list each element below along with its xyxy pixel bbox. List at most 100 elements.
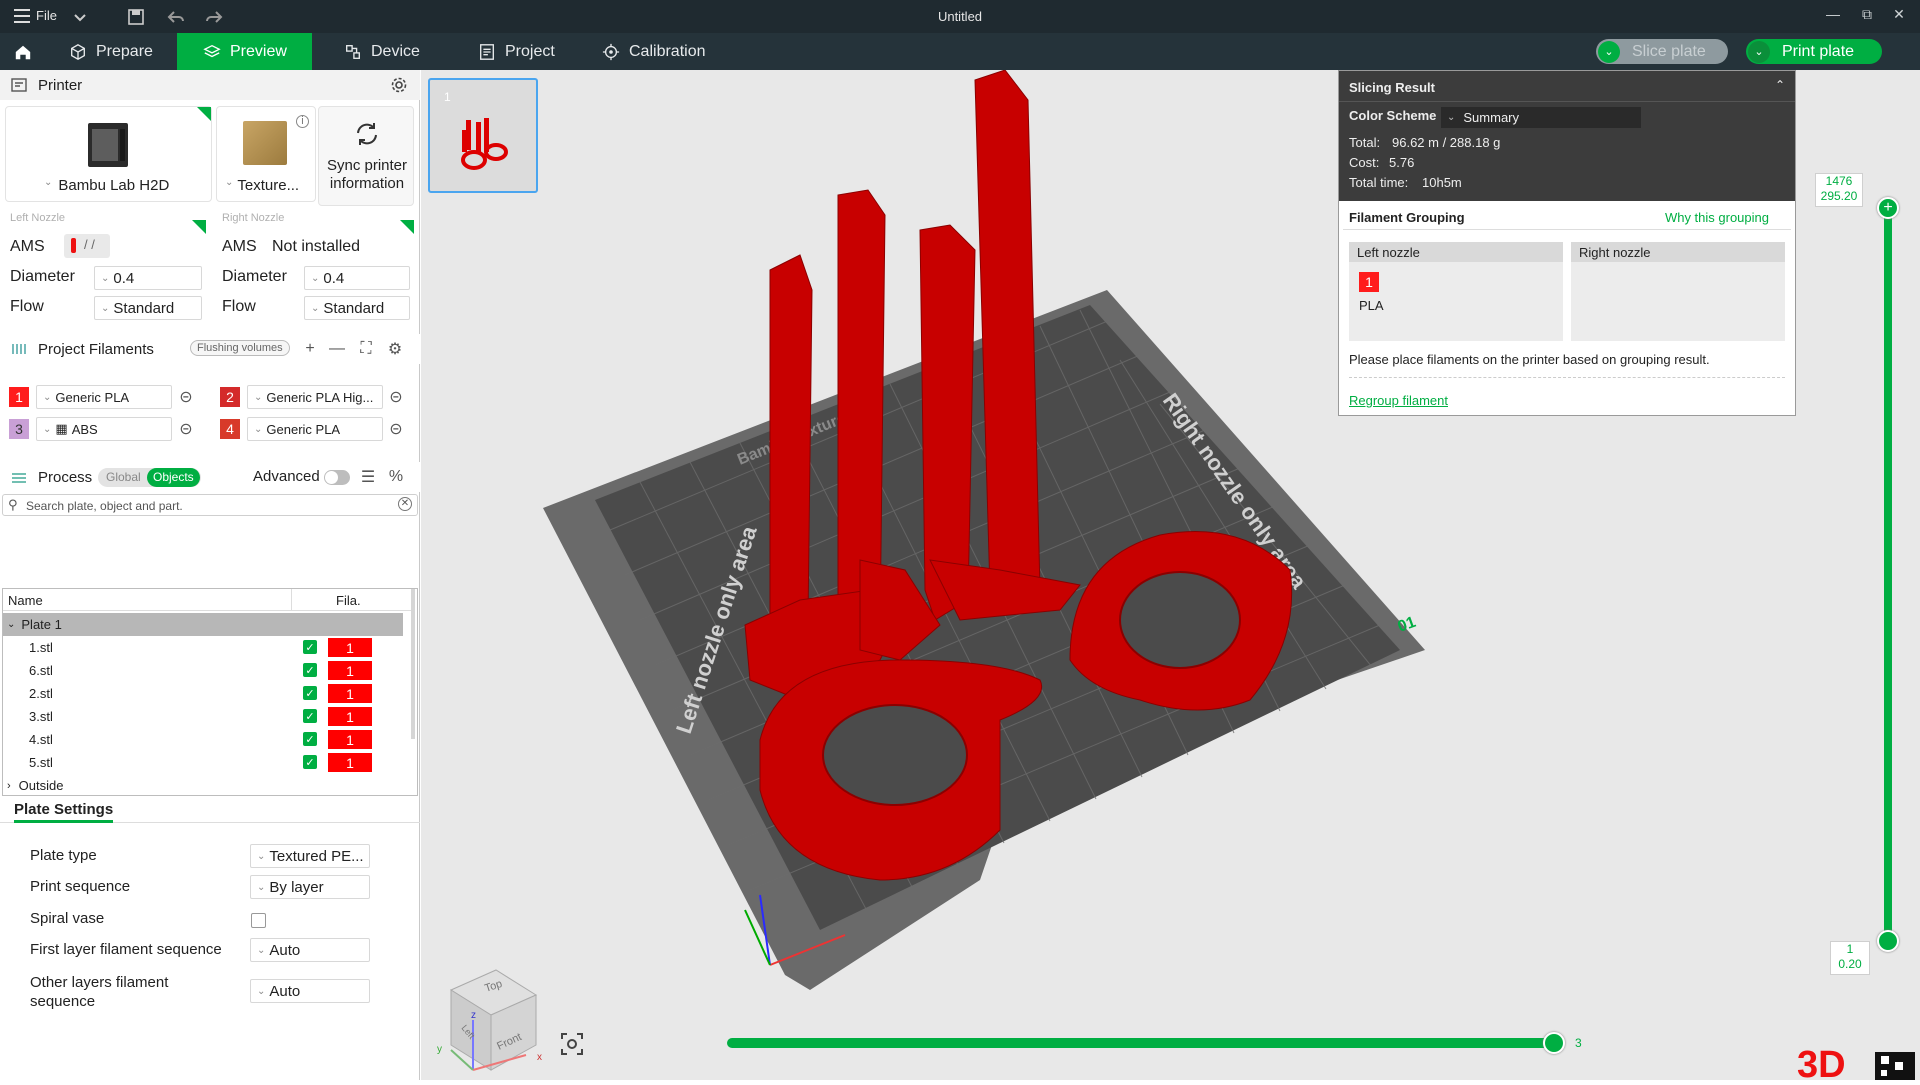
list-icon[interactable]: ☰ — [358, 467, 378, 487]
object-visible-checkbox[interactable]: ✓ — [303, 709, 317, 723]
table-row[interactable]: 1.stl ✓ 1 — [3, 636, 403, 659]
filament-3-select[interactable]: ⌄ ▦ ABS — [36, 417, 172, 441]
sync-printer-button[interactable]: Sync printer information — [318, 106, 414, 206]
chevron-down-icon[interactable] — [70, 7, 90, 27]
advanced-toggle[interactable] — [324, 470, 350, 485]
object-visible-checkbox[interactable]: ✓ — [303, 686, 317, 700]
top-layer-handle[interactable]: + — [1877, 197, 1899, 219]
redo-icon[interactable] — [204, 7, 224, 27]
move-slider-track[interactable] — [727, 1038, 1557, 1048]
filament-1-select[interactable]: ⌄ Generic PLA — [36, 385, 172, 409]
color-scheme-dropdown[interactable]: ⌄ Summary — [1441, 107, 1641, 128]
flushing-volumes-button[interactable]: Flushing volumes — [190, 340, 290, 356]
file-menu[interactable]: File — [14, 8, 57, 23]
why-grouping-link[interactable]: Why this grouping — [1665, 210, 1769, 225]
table-row[interactable]: 6.stl ✓ 1 — [3, 659, 403, 682]
printer-select[interactable]: ⌄ Bambu Lab H2D — [44, 177, 169, 194]
filament-1-swatch[interactable]: 1 — [9, 387, 29, 407]
plate-type-card[interactable]: i ⌄ Texture... — [216, 106, 316, 202]
table-row[interactable]: 2.stl ✓ 1 — [3, 682, 403, 705]
first-layer-seq-dropdown[interactable]: ⌄ Auto — [250, 938, 370, 962]
print-sequence-value: By layer — [269, 878, 324, 896]
scrollbar[interactable] — [411, 589, 415, 739]
object-filament-tag[interactable]: 1 — [328, 753, 372, 772]
tab-project[interactable]: Project — [464, 33, 584, 70]
toggle-objects[interactable]: Objects — [147, 468, 200, 487]
plate-row[interactable]: ⌄ Plate 1 — [3, 613, 403, 636]
filament-1-edit-icon[interactable]: ⊝ — [176, 387, 196, 407]
right-flow-label: Flow — [222, 298, 256, 315]
filament-3-swatch[interactable]: 3 — [9, 419, 29, 439]
minimize-icon[interactable]: — — [1822, 6, 1844, 28]
move-slider-handle[interactable] — [1543, 1032, 1565, 1054]
filament-settings-gear-icon[interactable]: ⚙ — [385, 339, 405, 359]
collapse-icon[interactable]: ⌃ — [1775, 78, 1785, 92]
close-icon[interactable]: ✕ — [1888, 6, 1910, 28]
print-plate-button[interactable]: ⌄ Print plate — [1746, 39, 1882, 64]
printer-card[interactable]: ⌄ Bambu Lab H2D — [5, 106, 212, 202]
add-filament-icon[interactable]: + — [300, 339, 320, 359]
chevron-down-icon[interactable]: ⌄ — [7, 619, 15, 630]
info-icon[interactable]: i — [296, 115, 309, 128]
tab-preview[interactable]: Preview — [177, 33, 312, 70]
regroup-filament-link[interactable]: Regroup filament — [1349, 393, 1448, 408]
right-flow-select[interactable]: ⌄ Standard — [304, 296, 410, 320]
filament-4-select[interactable]: ⌄ Generic PLA — [247, 417, 383, 441]
object-filament-tag[interactable]: 1 — [328, 707, 372, 726]
spiral-vase-checkbox[interactable] — [251, 913, 266, 928]
toggle-global[interactable]: Global — [106, 470, 141, 484]
undo-icon[interactable] — [166, 7, 186, 27]
percent-icon[interactable]: % — [386, 467, 406, 487]
filament-2-edit-icon[interactable]: ⊝ — [386, 387, 406, 407]
object-filament-tag[interactable]: 1 — [328, 638, 372, 657]
filament-2-select[interactable]: ⌄ Generic PLA Hig... — [247, 385, 383, 409]
object-filament-tag[interactable]: 1 — [328, 730, 372, 749]
printer-settings-gear-icon[interactable] — [390, 76, 408, 98]
fit-view-icon[interactable] — [558, 1030, 586, 1058]
plate-type-dropdown[interactable]: ⌄ Textured PE... — [250, 844, 370, 868]
view-cube[interactable]: Top Front Left x y z — [431, 950, 551, 1080]
slice-plate-button[interactable]: ⌄ Slice plate — [1596, 39, 1728, 64]
filament-1-name: Generic PLA — [55, 389, 130, 405]
object-visible-checkbox[interactable]: ✓ — [303, 732, 317, 746]
tab-prepare[interactable]: Prepare — [55, 33, 177, 70]
other-layers-seq-dropdown[interactable]: ⌄ Auto — [250, 979, 370, 1003]
object-visible-checkbox[interactable]: ✓ — [303, 755, 317, 769]
chevron-right-icon[interactable]: › — [7, 780, 11, 792]
bottom-layer-handle[interactable] — [1877, 930, 1899, 952]
sync-ams-icon[interactable]: ⛶ — [356, 339, 376, 359]
filament-4-swatch[interactable]: 4 — [220, 419, 240, 439]
filament-2-swatch[interactable]: 2 — [220, 387, 240, 407]
left-flow-value: Standard — [113, 299, 175, 317]
plate-thumbnail[interactable]: 1 — [428, 78, 538, 193]
global-objects-toggle[interactable]: Global Objects — [98, 468, 201, 487]
home-button[interactable] — [0, 33, 40, 70]
chevron-down-icon[interactable]: ⌄ — [1748, 40, 1770, 63]
remove-filament-icon[interactable]: — — [327, 339, 347, 359]
object-visible-checkbox[interactable]: ✓ — [303, 640, 317, 654]
plate-type-select[interactable]: ⌄ Texture... — [225, 177, 299, 194]
filament-4-edit-icon[interactable]: ⊝ — [386, 419, 406, 439]
object-filament-tag[interactable]: 1 — [328, 684, 372, 703]
outside-row[interactable]: › Outside — [3, 774, 403, 797]
print-sequence-dropdown[interactable]: ⌄ By layer — [250, 875, 370, 899]
clear-search-icon[interactable]: ✕ — [398, 497, 412, 511]
chevron-down-icon[interactable]: ⌄ — [1598, 40, 1620, 63]
filament-3-edit-icon[interactable]: ⊝ — [176, 419, 196, 439]
table-row[interactable]: 4.stl ✓ 1 — [3, 728, 403, 751]
layer-slider-track[interactable] — [1884, 208, 1892, 942]
plate-settings-tab[interactable]: Plate Settings — [14, 801, 114, 823]
save-icon[interactable] — [126, 7, 146, 27]
search-input[interactable]: ⚲ Search plate, object and part. ✕ — [2, 494, 418, 516]
left-diameter-select[interactable]: ⌄ 0.4 — [94, 266, 202, 290]
left-flow-select[interactable]: ⌄ Standard — [94, 296, 202, 320]
object-filament-tag[interactable]: 1 — [328, 661, 372, 680]
table-row[interactable]: 3.stl ✓ 1 — [3, 705, 403, 728]
right-diameter-select[interactable]: ⌄ 0.4 — [304, 266, 410, 290]
tab-calibration[interactable]: Calibration — [588, 33, 728, 70]
object-visible-checkbox[interactable]: ✓ — [303, 663, 317, 677]
restore-icon[interactable]: ⧉ — [1856, 6, 1878, 28]
table-row[interactable]: 5.stl ✓ 1 — [3, 751, 403, 774]
left-ams-slots[interactable]: / / — [64, 234, 110, 258]
tab-device[interactable]: Device — [330, 33, 450, 70]
